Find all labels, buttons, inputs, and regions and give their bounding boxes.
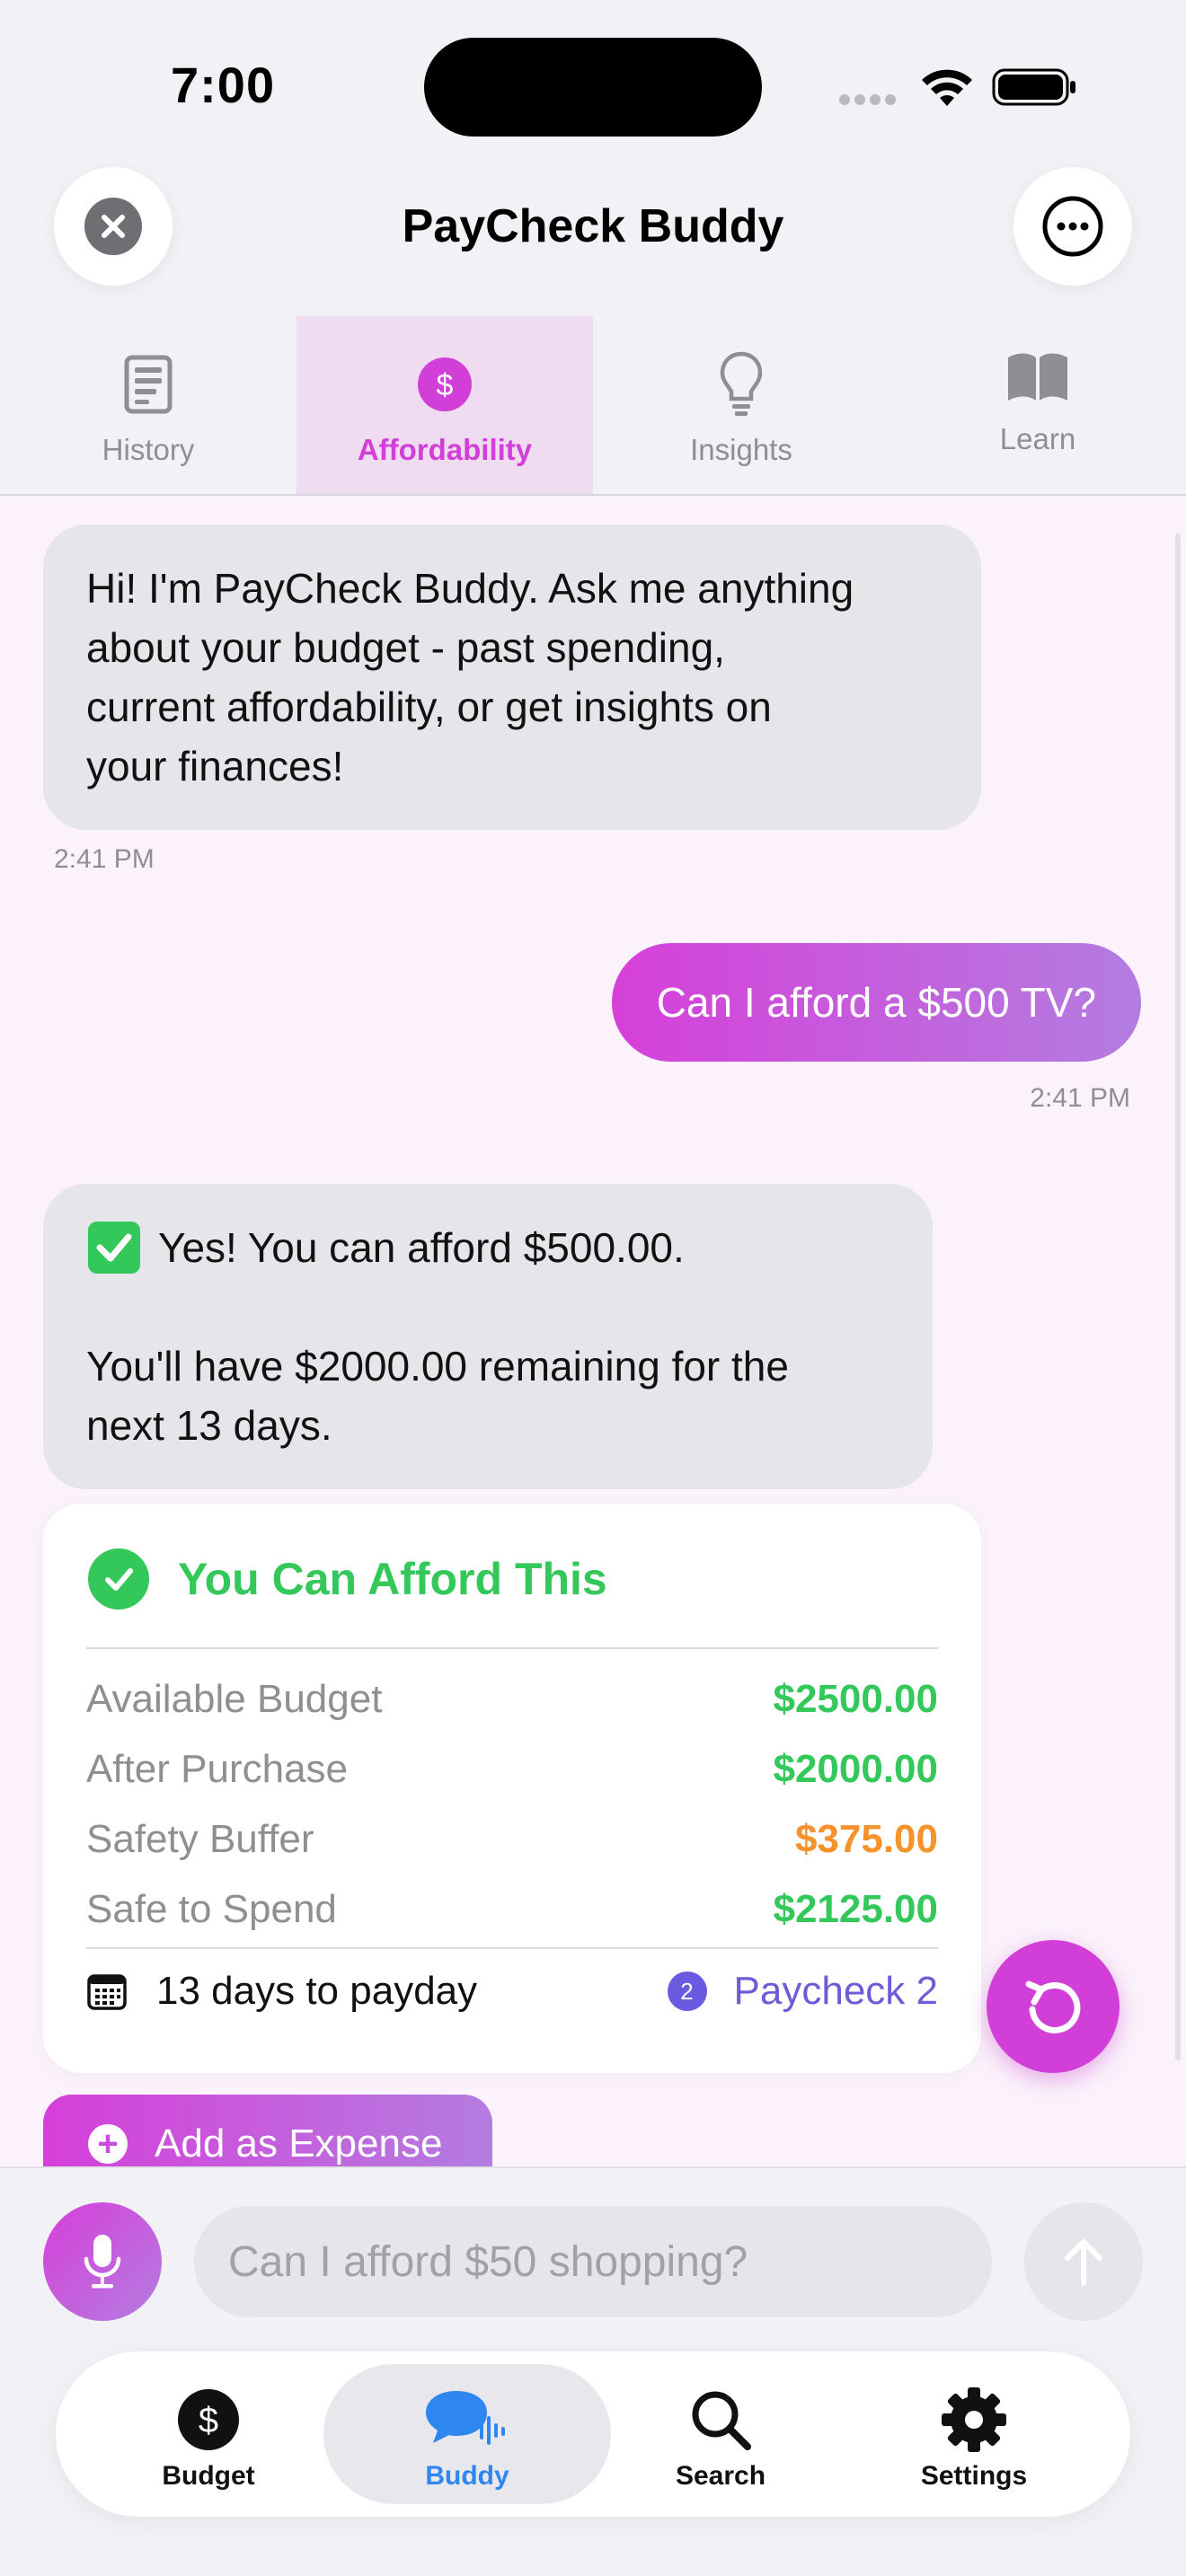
- nav-settings[interactable]: Settings: [830, 2351, 1118, 2517]
- document-icon: [124, 355, 173, 414]
- row-label: After Purchase: [86, 1747, 349, 1791]
- add-expense-button[interactable]: + Add as Expense: [43, 2095, 492, 2166]
- checkmark-box-icon: [88, 1222, 140, 1274]
- divider: [86, 1647, 938, 1649]
- nav-label: Search: [675, 2461, 766, 2491]
- bottom-navigation: $ Budget Buddy Search Settings: [56, 2351, 1130, 2517]
- affordability-card: You Can Afford This Available Budget $25…: [43, 1504, 981, 2073]
- row-label: Safe to Spend: [86, 1887, 337, 1931]
- tab-bar: History $ Affordability Insights Learn: [0, 316, 1186, 496]
- paycheck-label: Paycheck 2: [733, 1969, 938, 2013]
- refresh-icon: [1025, 1981, 1081, 2033]
- battery-icon: [992, 68, 1075, 106]
- nav-label: Settings: [920, 2461, 1028, 2491]
- tab-learn[interactable]: Learn: [890, 316, 1186, 494]
- microphone-button[interactable]: [43, 2202, 162, 2321]
- arrow-up-icon: [1065, 2239, 1102, 2286]
- paycheck-number-badge: 2: [667, 1972, 707, 2011]
- budget-row: Available Budget $2500.00: [86, 1672, 938, 1726]
- book-icon: [1008, 353, 1067, 401]
- plus-circle-icon: +: [88, 2124, 128, 2164]
- payday-text: 13 days to payday: [156, 1969, 478, 2013]
- dynamic-island: [424, 38, 762, 137]
- tab-affordability[interactable]: $ Affordability: [296, 316, 593, 494]
- lightbulb-icon: [720, 351, 763, 416]
- message-line: You'll have $2000.00 remaining for the: [86, 1343, 789, 1389]
- message-line: your finances!: [86, 743, 344, 790]
- cellular-signal-icon: [839, 93, 902, 108]
- budget-row: Safe to Spend $2125.00: [86, 1883, 938, 1936]
- bot-message: Hi! I'm PayCheck Buddy. Ask me anything …: [43, 525, 981, 830]
- divider: [86, 1947, 938, 1949]
- nav-label: Budget: [162, 2461, 255, 2491]
- payday-countdown: 13 days to payday: [86, 1969, 477, 2014]
- checkmark-circle-icon: [88, 1548, 149, 1610]
- card-header: You Can Afford This: [88, 1548, 607, 1610]
- svg-text:$: $: [199, 2401, 218, 2440]
- nav-label: Buddy: [425, 2461, 509, 2491]
- row-value: $2500.00: [773, 1677, 938, 1721]
- message-input[interactable]: [194, 2206, 992, 2317]
- budget-row: Safety Buffer $375.00: [86, 1813, 938, 1866]
- dollar-circle-icon: $: [178, 2389, 239, 2450]
- paycheck-indicator: 2 Paycheck 2: [667, 1969, 938, 2014]
- microphone-icon: [84, 2235, 121, 2289]
- dollar-icon: $: [418, 357, 472, 411]
- message-timestamp: 2:41 PM: [54, 844, 155, 874]
- tab-label: Learn: [999, 422, 1076, 455]
- scrollbar[interactable]: [1175, 534, 1181, 2060]
- chat-waveform-icon: [426, 2391, 505, 2445]
- row-value: $2000.00: [773, 1747, 938, 1791]
- more-options-button[interactable]: [1013, 167, 1132, 286]
- row-label: Safety Buffer: [86, 1817, 314, 1861]
- row-value: $375.00: [794, 1817, 938, 1861]
- budget-row: After Purchase $2000.00: [86, 1742, 938, 1796]
- bot-message: Yes! You can afford $500.00. You'll have…: [43, 1184, 933, 1489]
- card-title: You Can Afford This: [178, 1554, 607, 1604]
- wifi-icon: [922, 69, 972, 106]
- row-label: Available Budget: [86, 1677, 383, 1721]
- tab-history[interactable]: History: [0, 316, 296, 494]
- send-button[interactable]: [1024, 2202, 1143, 2321]
- add-expense-label: Add as Expense: [155, 2122, 443, 2166]
- status-time: 7:00: [171, 57, 276, 113]
- user-message: Can I afford a $500 TV?: [611, 943, 1141, 1062]
- tab-insights[interactable]: Insights: [593, 316, 890, 494]
- message-line: next 13 days.: [86, 1402, 332, 1449]
- search-icon: [692, 2391, 751, 2450]
- ellipsis-icon: [1042, 196, 1103, 257]
- message-line: Hi! I'm PayCheck Buddy. Ask me anything: [86, 565, 854, 612]
- svg-text:$: $: [437, 368, 454, 402]
- message-timestamp: 2:41 PM: [1030, 1083, 1130, 1113]
- refresh-button[interactable]: [987, 1940, 1120, 2073]
- nav-buddy[interactable]: Buddy: [323, 2351, 611, 2517]
- row-value: $2125.00: [773, 1887, 938, 1931]
- message-line: about your budget - past spending,: [86, 624, 725, 671]
- nav-budget[interactable]: $ Budget: [65, 2351, 352, 2517]
- page-title: PayCheck Buddy: [402, 200, 784, 252]
- tab-label: History: [102, 433, 195, 466]
- chat-area[interactable]: Hi! I'm PayCheck Buddy. Ask me anything …: [0, 498, 1186, 2166]
- calendar-icon: [87, 1974, 127, 2010]
- message-line: Yes! You can afford $500.00.: [158, 1224, 685, 1271]
- status-bar: 7:00: [0, 0, 1186, 153]
- tab-label: Affordability: [357, 433, 533, 466]
- nav-search[interactable]: Search: [577, 2351, 864, 2517]
- header: PayCheck Buddy: [0, 153, 1186, 296]
- gear-icon: [942, 2387, 1006, 2452]
- tab-label: Insights: [690, 433, 792, 466]
- message-line: current affordability, or get insights o…: [86, 684, 772, 730]
